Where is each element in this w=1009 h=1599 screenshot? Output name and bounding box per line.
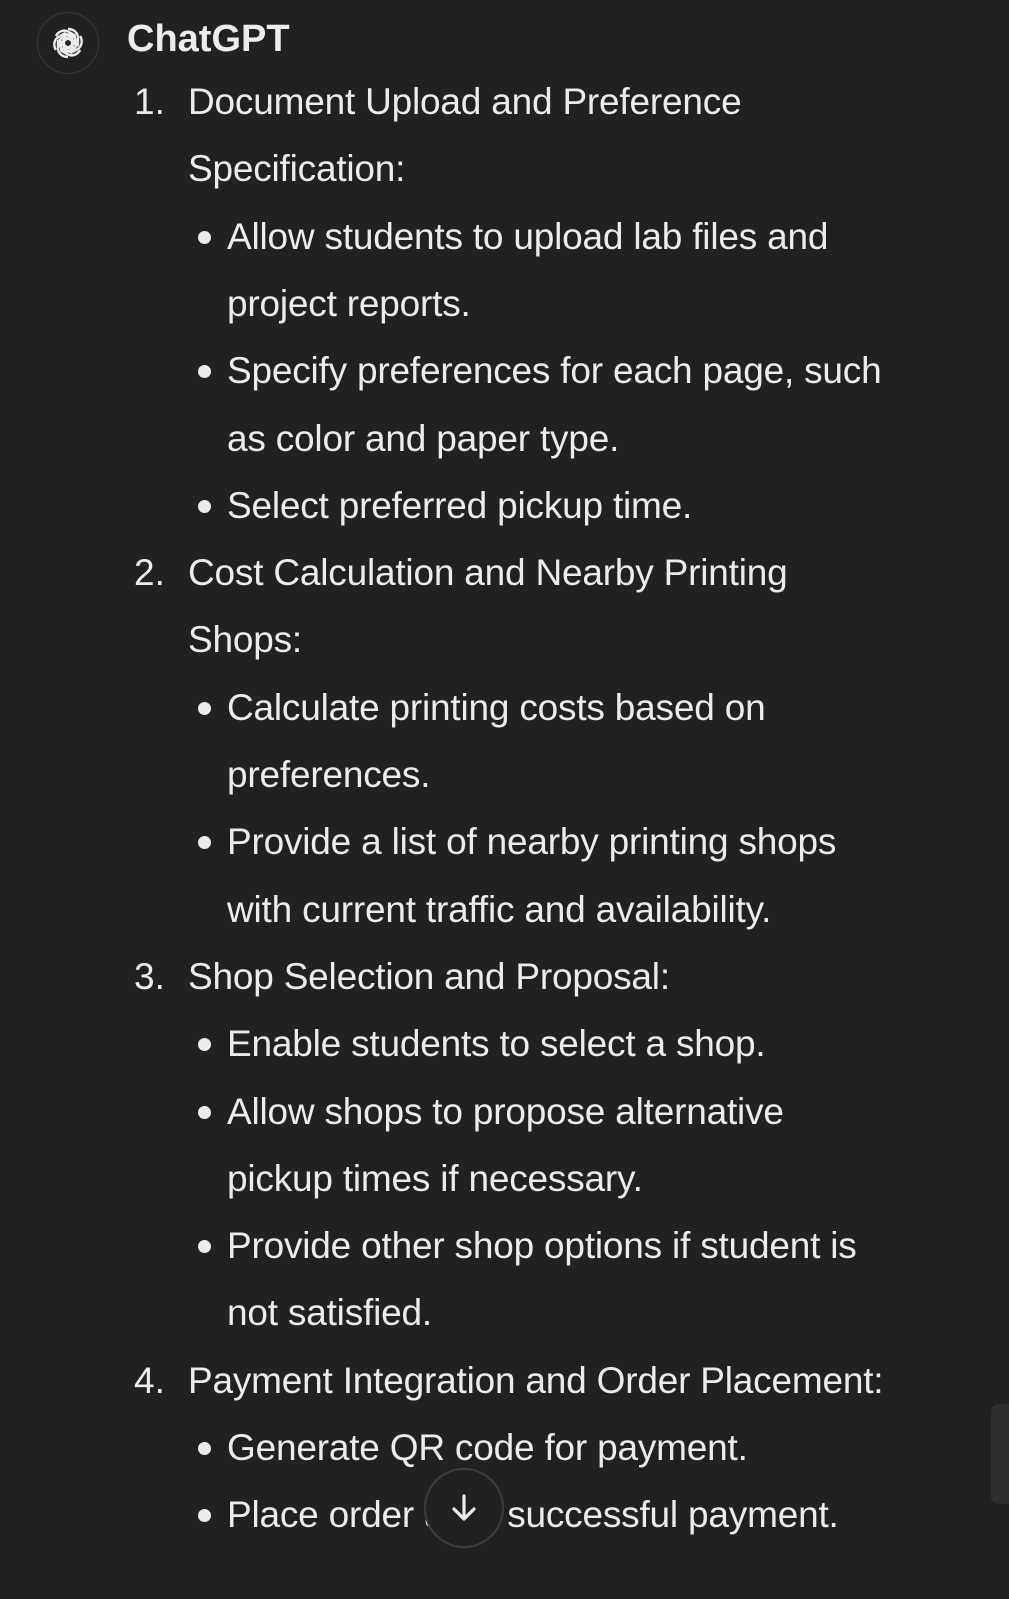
- bullet-dot: [198, 1105, 211, 1119]
- bullet-text-line: Calculate printing costs based on: [227, 686, 766, 728]
- section-title-line: Shop Selection and Proposal:: [188, 955, 670, 997]
- bullet-text-line: pickup times if necessary.: [227, 1157, 643, 1199]
- section-title-line: Document Upload and Preference: [188, 81, 742, 122]
- list-number: 1.: [134, 81, 165, 122]
- bullet-dot: [198, 1509, 211, 1523]
- section-title-line: Specification:: [188, 148, 406, 190]
- section-title-line: Payment Integration and Order Placement:: [188, 1359, 884, 1401]
- section-title-line: Shops:: [188, 619, 302, 661]
- scrollbar-thumb[interactable]: [991, 1404, 1009, 1504]
- bullet-text-line: Generate QR code for payment.: [227, 1427, 748, 1468]
- bullet-text-line: Provide a list of nearby printing shops: [227, 821, 837, 863]
- bullet-dot: [198, 1038, 211, 1052]
- bullet-text-line: Provide other shop options if student is: [227, 1225, 857, 1267]
- list-number: 3.: [134, 955, 165, 997]
- list-number: 4.: [134, 1359, 165, 1401]
- bullet-text-line: Allow shops to propose alternative: [227, 1090, 784, 1132]
- bullet-dot: [198, 1442, 211, 1455]
- bullet-text-line: Select preferred pickup time.: [227, 484, 693, 526]
- bullet-dot: [198, 499, 211, 513]
- bullet-text-line: preferences.: [227, 754, 431, 795]
- bullet-dot: [198, 701, 211, 715]
- bullet-text-line: project reports.: [227, 282, 471, 324]
- message-author: ChatGPT: [127, 18, 290, 60]
- bullet-dot: [198, 230, 211, 244]
- bullet-dot: [198, 365, 211, 379]
- bullet-text-line: Place order after successful payment.: [227, 1494, 839, 1536]
- bullet-dot: [198, 836, 211, 850]
- list-number: 2.: [134, 552, 165, 594]
- avatar: [37, 12, 99, 74]
- bullet-text-line: Allow students to upload lab files and: [227, 215, 829, 257]
- openai-logo-icon: [49, 26, 87, 60]
- bullet-text-line: as color and paper type.: [227, 417, 620, 459]
- bullet-text-line: with current traffic and availability.: [227, 888, 772, 930]
- bullet-text-line: not satisfied.: [227, 1292, 432, 1334]
- bullet-text-line: Enable students to select a shop.: [227, 1023, 766, 1065]
- bullet-text-line: Specify preferences for each page, such: [227, 350, 882, 392]
- scroll-to-bottom-button[interactable]: [424, 1468, 504, 1548]
- bullet-dot: [198, 1240, 211, 1254]
- section-title-line: Cost Calculation and Nearby Printing: [188, 552, 788, 594]
- arrow-down-icon: [452, 1494, 476, 1521]
